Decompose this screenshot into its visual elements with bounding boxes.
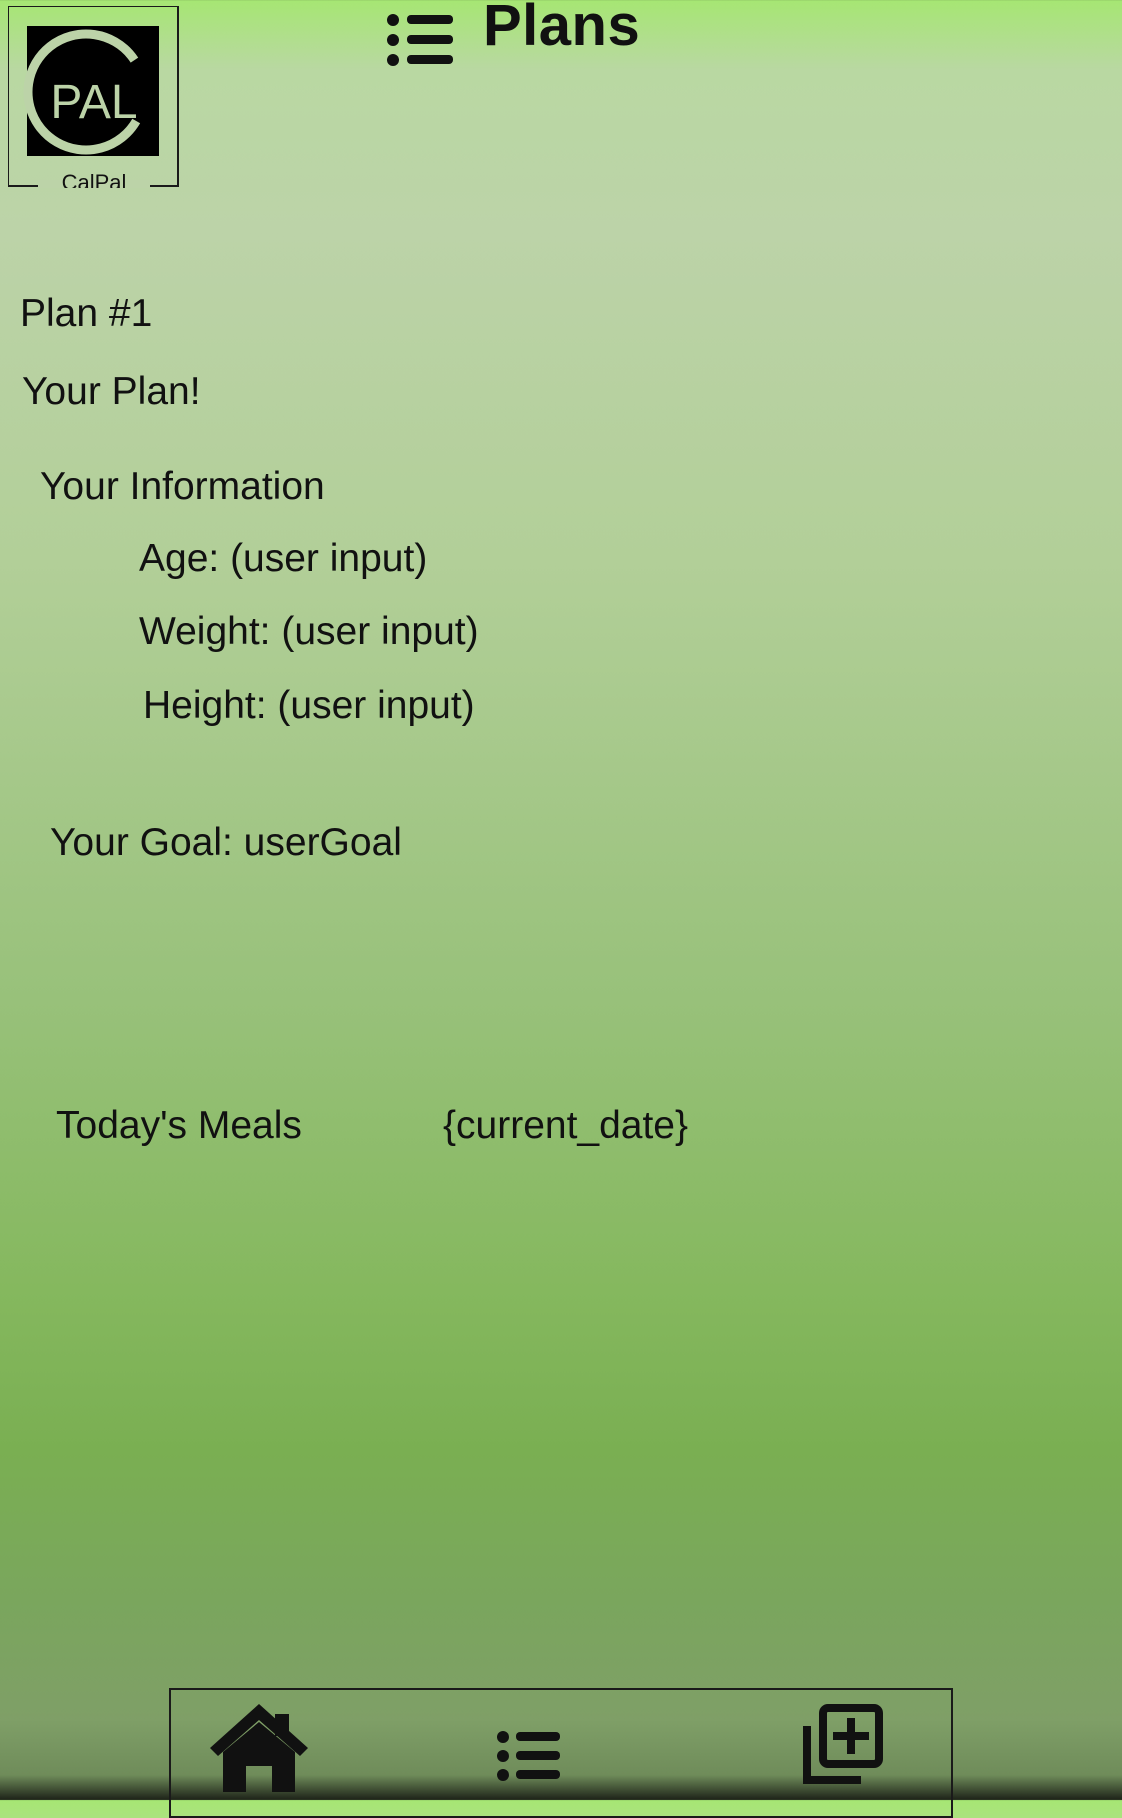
goal-value: Your Goal: userGoal	[50, 821, 402, 864]
bottom-nav	[169, 1688, 953, 1818]
list-icon[interactable]	[385, 12, 455, 68]
height-value: Height: (user input)	[143, 684, 475, 727]
current-date: {current_date}	[443, 1104, 689, 1147]
plan-heading: Your Plan!	[22, 370, 201, 413]
plan-number-label: Plan #1	[20, 292, 153, 335]
home-icon[interactable]	[208, 1700, 310, 1792]
weight-value: Weight: (user input)	[139, 610, 479, 653]
svg-text:PAL: PAL	[50, 76, 137, 129]
page-title: Plans	[483, 0, 641, 58]
add-box-icon[interactable]	[801, 1704, 883, 1786]
todays-meals-label: Today's Meals	[56, 1104, 302, 1147]
svg-text:CalPal: CalPal	[62, 170, 127, 188]
info-heading: Your Information	[40, 465, 325, 508]
age-value: Age: (user input)	[139, 537, 428, 580]
list-icon[interactable]	[496, 1730, 562, 1782]
calpal-logo: PAL CalPal	[8, 6, 180, 188]
